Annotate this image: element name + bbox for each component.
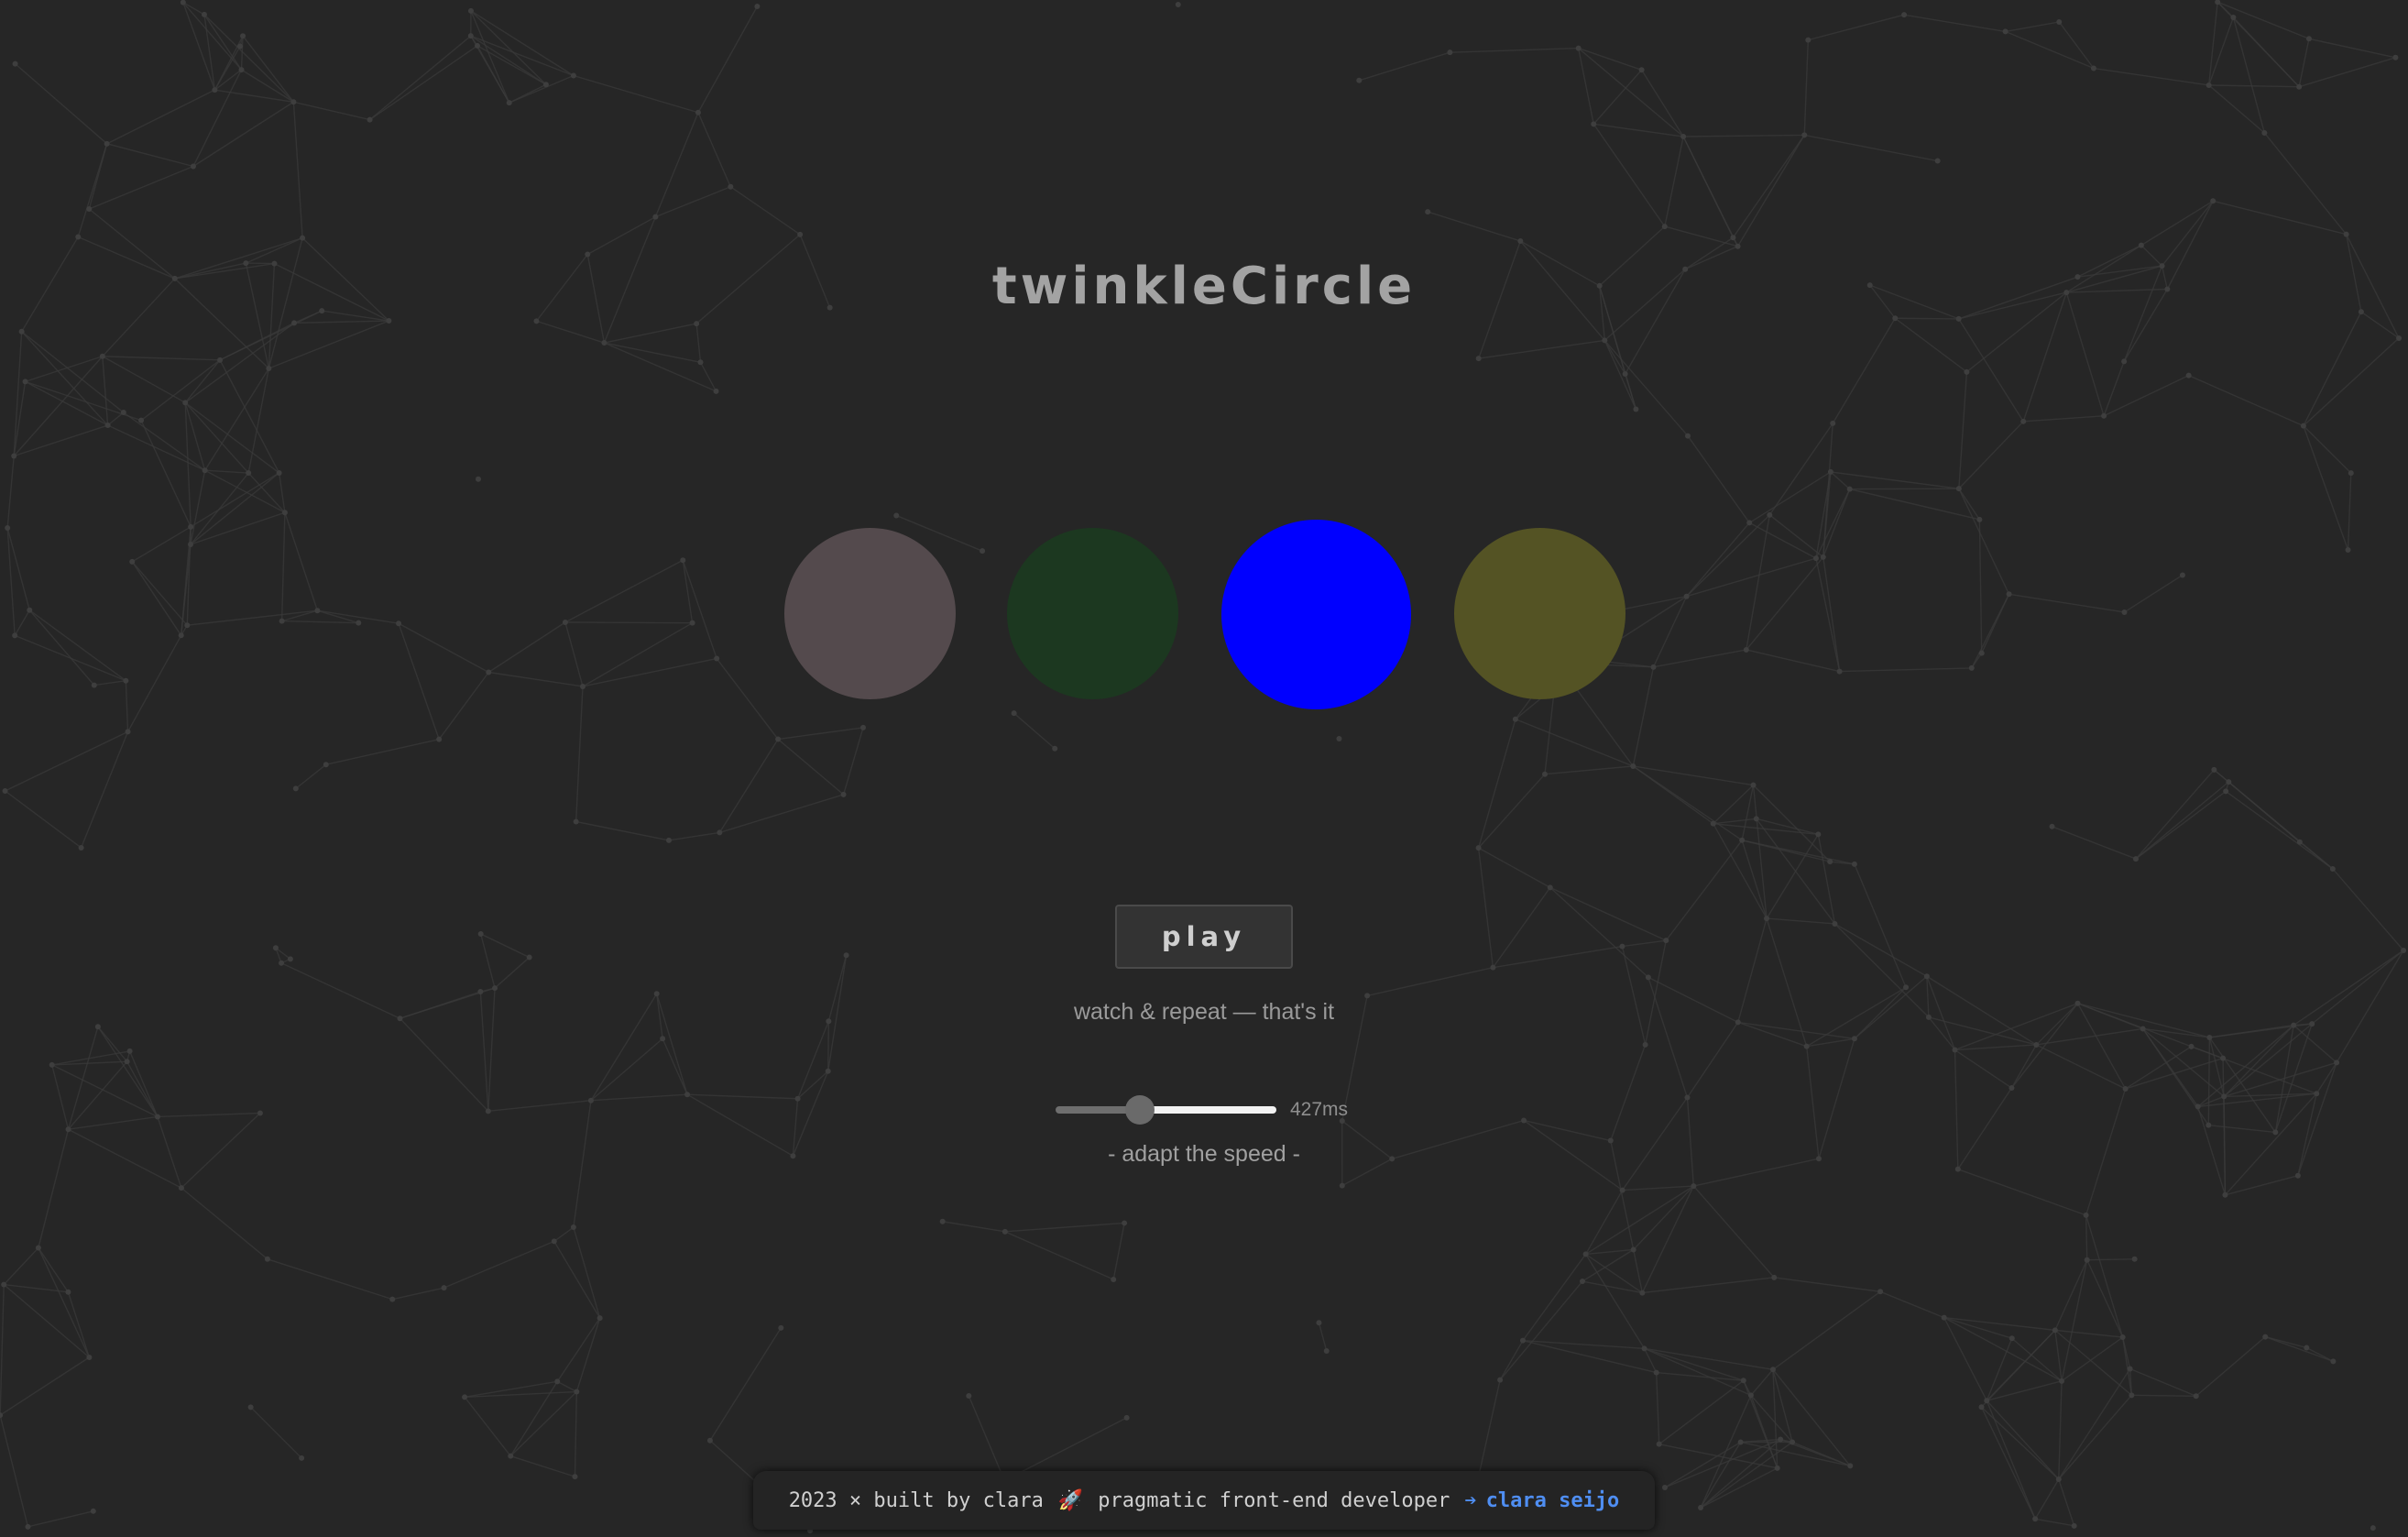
play-button[interactable]: play [1115,905,1293,969]
speed-slider-track[interactable] [1140,1106,1276,1114]
instructions-text: watch & repeat — that's it [1073,999,1335,1025]
speed-value: 427ms [1290,1099,1349,1120]
network-background [0,0,2407,1534]
speed-slider[interactable] [1056,1095,1276,1125]
network-nodes [0,0,2407,1534]
footer-credit: 2023 × built by clara [788,1488,1044,1512]
network-lines [0,1,2404,1532]
page-title: twinkleCircle [991,257,1417,316]
circle-2[interactable] [1007,528,1178,699]
rocket-icon: 🚀 [1057,1488,1084,1512]
author-link[interactable]: clara seijo [1486,1489,1620,1512]
arrow-right-icon: ➔ [1464,1488,1477,1512]
footer-role: pragmatic front-end developer [1098,1488,1450,1512]
speed-caption: - adapt the speed - [1108,1141,1300,1167]
circle-4[interactable] [1454,528,1625,699]
speed-slider-thumb[interactable] [1125,1095,1155,1125]
footer: 2023 × built by clara 🚀 pragmatic front-… [753,1471,1655,1530]
circle-1[interactable] [784,528,956,699]
circle-3[interactable] [1221,520,1411,709]
